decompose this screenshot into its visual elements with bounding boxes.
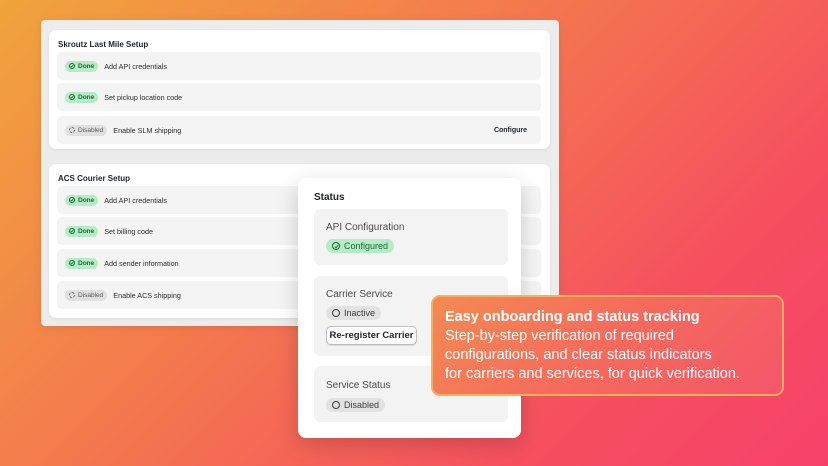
check-circle-icon xyxy=(69,260,75,266)
badge-label: Disabled xyxy=(344,400,380,410)
badge-label: Done xyxy=(78,227,95,235)
check-circle-icon xyxy=(69,63,75,69)
callout-title: Easy onboarding and status tracking xyxy=(445,309,700,325)
badge-label: Configured xyxy=(344,241,389,251)
skroutz-setup-card: Skroutz Last Mile Setup Done Add API cre… xyxy=(49,30,550,149)
row-label: Add API credentials xyxy=(104,61,167,71)
check-circle-icon xyxy=(69,197,75,203)
check-circle-icon xyxy=(332,242,340,250)
circle-icon xyxy=(332,401,340,409)
dashed-circle-icon xyxy=(69,127,75,133)
row-label: Set pickup location code xyxy=(104,92,183,102)
badge-label: Done xyxy=(78,259,95,267)
circle-icon xyxy=(332,309,340,317)
done-badge: Done xyxy=(65,194,99,206)
api-configuration-label: API Configuration xyxy=(326,222,405,233)
done-badge: Done xyxy=(65,60,99,72)
check-circle-icon xyxy=(69,94,75,100)
badge-label: Done xyxy=(78,196,95,204)
row-label: Enable ACS shipping xyxy=(113,290,181,300)
dashed-circle-icon xyxy=(69,292,75,298)
acs-setup-title: ACS Courier Setup xyxy=(58,174,131,183)
badge-label: Done xyxy=(78,93,95,101)
disabled-badge: Disabled xyxy=(65,289,108,301)
skroutz-setup-title: Skroutz Last Mile Setup xyxy=(58,40,149,49)
callout-line: for carriers and services, for quick ver… xyxy=(445,366,740,382)
callout-line: configurations, and clear status indicat… xyxy=(445,347,712,363)
skroutz-row-pickup-location[interactable]: Done Set pickup location code xyxy=(57,83,541,111)
done-badge: Done xyxy=(65,91,99,103)
disabled-badge: Disabled xyxy=(65,124,108,136)
skroutz-row-api-credentials[interactable]: Done Add API credentials xyxy=(57,52,541,80)
feature-callout: Easy onboarding and status tracking Step… xyxy=(431,295,784,396)
inactive-badge: Inactive xyxy=(326,306,382,320)
re-register-carrier-button[interactable]: Re-register Carrier xyxy=(326,326,417,345)
done-badge: Done xyxy=(65,225,99,237)
row-label: Enable SLM shipping xyxy=(113,125,182,135)
callout-line: Step-by-step verification of required xyxy=(445,328,674,344)
done-badge: Done xyxy=(65,257,99,269)
row-label: Add API credentials xyxy=(104,195,167,205)
disabled-badge: Disabled xyxy=(326,398,386,412)
configured-badge: Configured xyxy=(326,239,395,253)
row-label: Add sender information xyxy=(104,258,179,268)
badge-label: Done xyxy=(78,62,95,70)
badge-label: Disabled xyxy=(78,126,104,134)
row-label: Set billing code xyxy=(104,226,153,236)
check-circle-icon xyxy=(69,228,75,234)
badge-label: Inactive xyxy=(344,308,376,318)
carrier-service-label: Carrier Service xyxy=(326,289,393,300)
skroutz-row-enable-shipping: Disabled Enable SLM shipping Configure xyxy=(57,116,541,144)
configure-button[interactable]: Configure xyxy=(494,127,527,134)
badge-label: Disabled xyxy=(78,291,104,299)
status-title: Status xyxy=(314,192,345,203)
api-configuration-block: API Configuration Configured xyxy=(314,209,508,265)
service-status-label: Service Status xyxy=(326,380,391,391)
